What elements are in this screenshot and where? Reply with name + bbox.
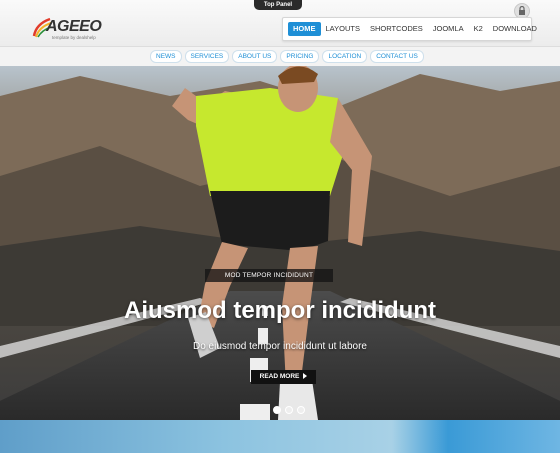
nav-shortcodes[interactable]: SHORTCODES [365, 22, 428, 36]
secondary-navigation: NEWS SERVICES ABOUT US PRICING LOCATION … [150, 50, 424, 63]
logo-wordmark: AGEEO [46, 18, 102, 35]
logo-tagline: template by dealshelp [52, 35, 96, 40]
secondary-nav-bar: NEWS SERVICES ABOUT US PRICING LOCATION … [0, 47, 560, 66]
subnav-location[interactable]: LOCATION [322, 50, 368, 63]
read-more-label: READ MORE [259, 373, 300, 380]
slide-caption-tag: MOD TEMPOR INCIDIDUNT [205, 269, 333, 282]
slider-dot-2[interactable] [285, 406, 293, 414]
site-logo[interactable]: AGEEO template by dealshelp [32, 16, 106, 44]
slide-subtitle: Do eiusmod tempor incididunt ut labore [193, 341, 367, 352]
arrow-right-icon [303, 372, 308, 379]
subnav-news[interactable]: NEWS [150, 50, 182, 63]
slide-title: Aiusmod tempor incididunt [124, 297, 436, 324]
hero-background-image [0, 66, 560, 420]
lock-icon [519, 6, 525, 15]
slider-dot-3[interactable] [297, 406, 305, 414]
nav-download[interactable]: DOWNLOAD [488, 22, 542, 36]
subnav-contact-us[interactable]: CONTACT US [370, 50, 424, 63]
subnav-about-us[interactable]: ABOUT US [232, 50, 278, 63]
top-panel-toggle[interactable]: Top Panel [254, 0, 302, 10]
nav-k2[interactable]: K2 [469, 22, 488, 36]
main-navigation: HOME LAYOUTS SHORTCODES JOOMLA K2 DOWNLO… [282, 17, 537, 41]
hero-slider: MOD TEMPOR INCIDIDUNT Aiusmod tempor inc… [0, 66, 560, 420]
site-header: Top Panel AGEEO template by dealshelp HO… [0, 0, 560, 47]
read-more-button[interactable]: READ MORE [251, 370, 316, 384]
slider-dot-1[interactable] [273, 406, 281, 414]
subnav-pricing[interactable]: PRICING [280, 50, 320, 63]
slider-pagination [273, 406, 305, 414]
nav-joomla[interactable]: JOOMLA [428, 22, 469, 36]
subnav-services[interactable]: SERVICES [184, 50, 230, 63]
nav-layouts[interactable]: LAYOUTS [321, 22, 365, 36]
nav-home[interactable]: HOME [288, 22, 321, 36]
next-section-image [0, 420, 560, 453]
